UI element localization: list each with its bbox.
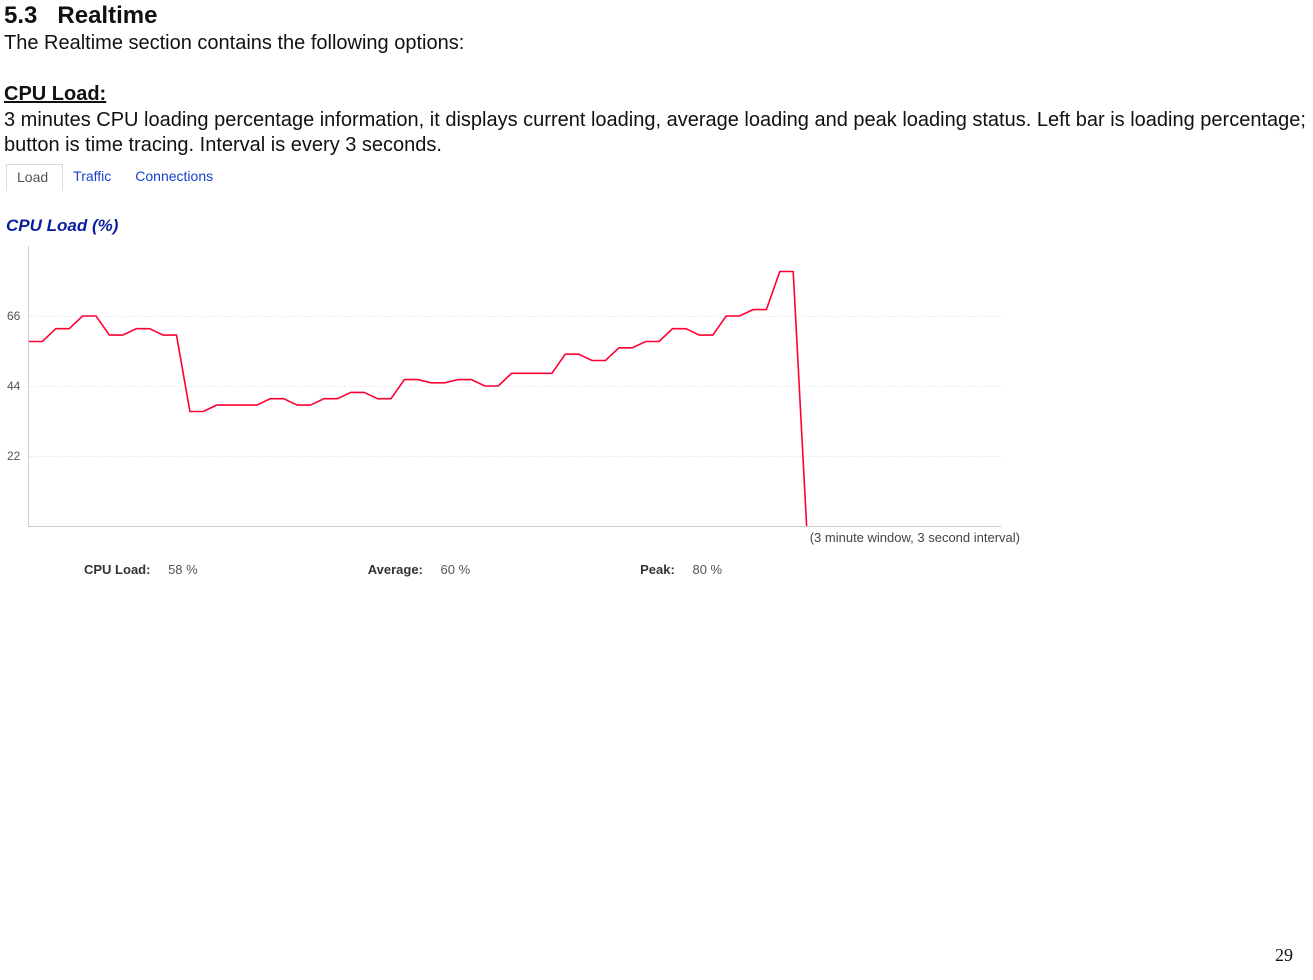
tab-traffic[interactable]: Traffic xyxy=(63,164,125,191)
stat-peak-value: 80 % xyxy=(692,562,722,577)
ytick-66: 66 xyxy=(7,309,20,323)
chart-caption: (3 minute window, 3 second interval) xyxy=(810,530,1020,545)
embedded-screenshot: Load Traffic Connections CPU Load (%) 66… xyxy=(4,164,1024,614)
ytick-44: 44 xyxy=(7,379,20,393)
stat-peak-label: Peak: xyxy=(640,562,675,577)
stat-avg-value: 60 % xyxy=(441,562,471,577)
cpu-load-body: 3 minutes CPU loading percentage informa… xyxy=(4,108,1307,158)
tab-connections[interactable]: Connections xyxy=(125,164,227,191)
section-title: Realtime xyxy=(57,2,157,29)
section-intro: The Realtime section contains the follow… xyxy=(4,32,1307,55)
stat-cpu-load: CPU Load: 58 % xyxy=(84,562,198,577)
stat-cpu-label: CPU Load: xyxy=(84,562,150,577)
stat-cpu-value: 58 % xyxy=(168,562,198,577)
stat-peak: Peak: 80 % xyxy=(640,562,722,577)
cpu-load-heading: CPU Load: xyxy=(4,83,1307,106)
section-number: 5.3 xyxy=(4,2,37,29)
chart-title: CPU Load (%) xyxy=(6,216,118,236)
ytick-22: 22 xyxy=(7,449,20,463)
stat-avg-label: Average: xyxy=(368,562,423,577)
chart-area: 66 44 22 xyxy=(28,246,1001,527)
page-number: 29 xyxy=(1275,945,1293,966)
stat-average: Average: 60 % xyxy=(368,562,470,577)
tab-load[interactable]: Load xyxy=(6,164,63,191)
cpu-load-chart xyxy=(29,246,1001,526)
